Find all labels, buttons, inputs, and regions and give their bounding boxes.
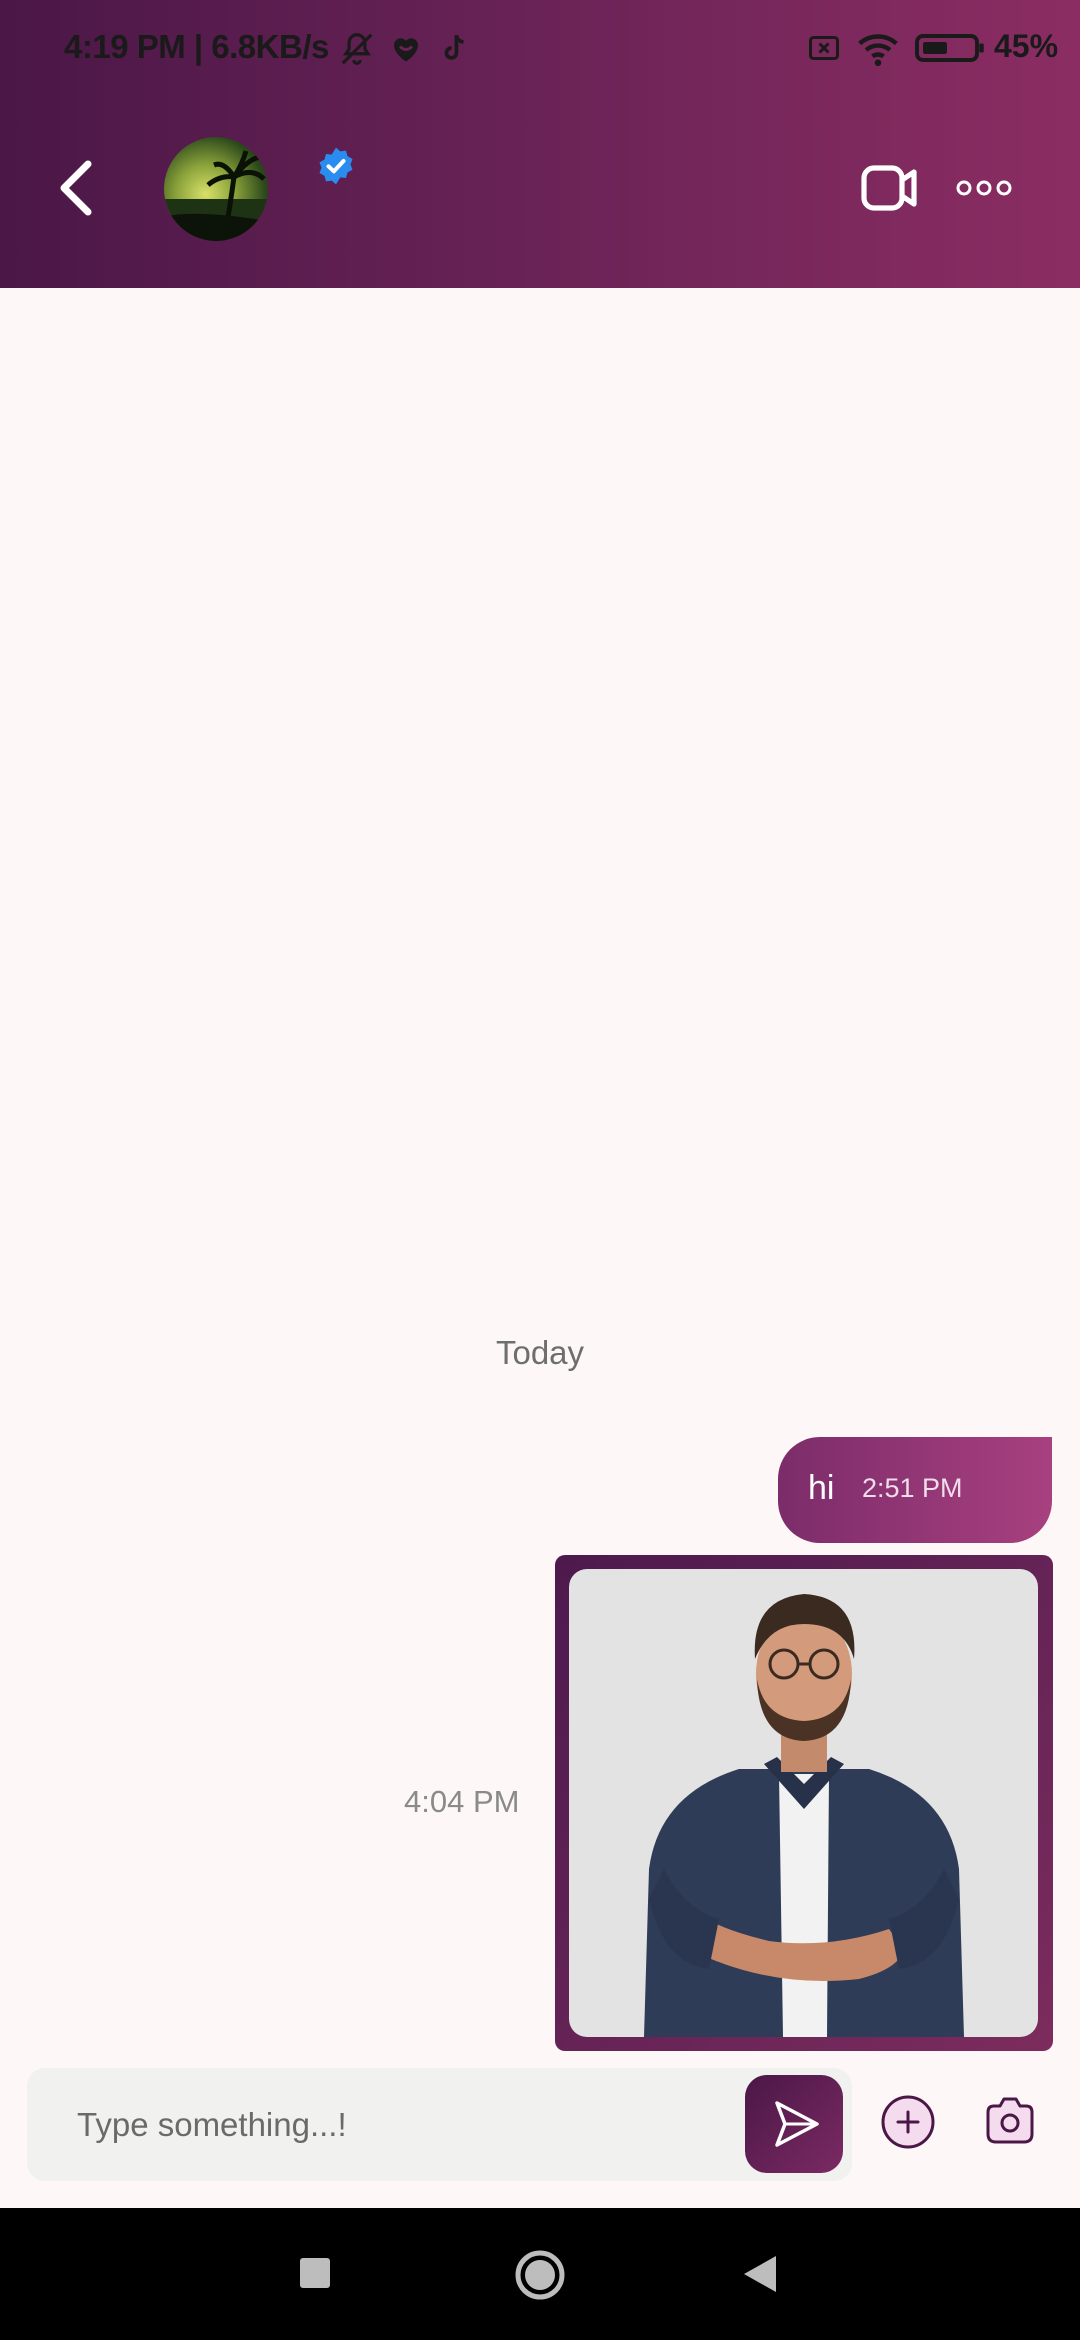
wifi-icon (858, 34, 898, 67)
more-options-icon[interactable] (956, 176, 1012, 200)
video-call-icon[interactable] (860, 162, 920, 214)
sim-off-icon (809, 36, 839, 60)
tiktok-icon (444, 34, 464, 60)
message-composer (27, 2068, 852, 2181)
add-icon[interactable] (880, 2094, 936, 2150)
send-icon (775, 2101, 819, 2147)
message-time: 2:51 PM (862, 1473, 963, 1503)
heart-app-icon (394, 38, 418, 62)
chat-header: 4:19 PM | 6.8KB/s 45% (0, 0, 1080, 288)
message-input[interactable] (75, 2092, 739, 2158)
message-bubble-outgoing[interactable]: hi 2:51 PM (778, 1437, 1052, 1543)
back-triangle-icon[interactable] (742, 2254, 778, 2294)
camera-icon[interactable] (980, 2090, 1040, 2150)
send-button[interactable] (745, 2075, 843, 2173)
status-time-speed: 4:19 PM | 6.8KB/s (64, 28, 329, 65)
battery-icon (915, 34, 984, 62)
chevron-left-icon[interactable] (52, 158, 100, 218)
battery-percent: 45% (994, 28, 1059, 64)
image-message[interactable] (555, 1555, 1053, 2051)
date-separator: Today (495, 1334, 585, 1371)
palm-tree-image (164, 150, 268, 241)
man-photo (644, 1594, 964, 2037)
mute-icon (341, 33, 373, 65)
message-text: hi (808, 1469, 835, 1507)
image-thumbnail[interactable] (569, 1569, 1038, 2037)
image-message-time: 4:04 PM (404, 1784, 520, 1819)
system-nav-bar (0, 2208, 1080, 2340)
home-icon[interactable] (513, 2248, 567, 2302)
contact-avatar[interactable] (164, 137, 268, 241)
status-bar: 4:19 PM | 6.8KB/s 45% (0, 0, 1080, 100)
recents-icon[interactable] (298, 2256, 332, 2290)
verified-badge-icon (319, 147, 353, 185)
